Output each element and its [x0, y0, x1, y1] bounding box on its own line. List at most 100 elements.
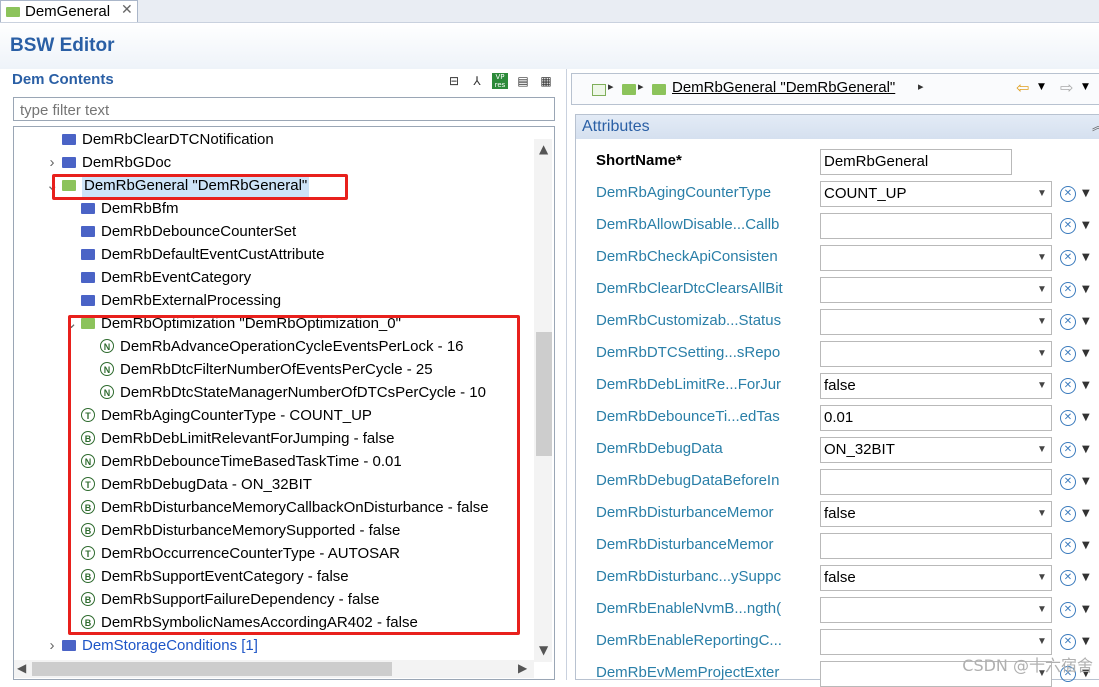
reset-icon[interactable]: ✕ — [1060, 602, 1076, 618]
options-dropdown-icon[interactable]: ▼ — [1082, 604, 1090, 615]
expand-right-icon[interactable]: › — [46, 635, 58, 657]
forward-dropdown-icon[interactable]: ▼ — [1082, 82, 1089, 92]
scroll-right-icon[interactable]: ▶ — [518, 661, 527, 675]
chevron-down-icon[interactable]: ▼ — [1033, 566, 1051, 590]
chevron-down-icon[interactable]: ▼ — [1033, 246, 1051, 270]
reset-icon[interactable]: ✕ — [1060, 538, 1076, 554]
attributes-header[interactable]: Attributes ︽ — [576, 115, 1099, 139]
attribute-combo[interactable]: ▼ — [820, 245, 1052, 271]
tree-item[interactable]: › DemRbGDoc — [14, 152, 544, 174]
attribute-combo[interactable]: ▼ — [820, 597, 1052, 623]
attribute-combo[interactable]: false ▼ — [820, 501, 1052, 527]
forward-icon[interactable]: ⇨ — [1060, 78, 1073, 97]
reset-icon[interactable]: ✕ — [1060, 314, 1076, 330]
tree-item[interactable]: DemRbDefaultEventCustAttribute — [14, 244, 544, 266]
chevron-down-icon[interactable]: ▼ — [1033, 438, 1051, 462]
options-dropdown-icon[interactable]: ▼ — [1082, 412, 1090, 423]
attribute-field[interactable]: 0.01 — [820, 405, 1052, 431]
attribute-combo[interactable]: ▼ — [820, 309, 1052, 335]
attribute-combo[interactable]: false ▼ — [820, 373, 1052, 399]
attribute-label: DemRbEvMemProjectExter — [596, 664, 780, 681]
reset-icon[interactable]: ✕ — [1060, 186, 1076, 202]
tree-item[interactable]: DemRbDebounceCounterSet — [14, 221, 544, 243]
options-dropdown-icon[interactable]: ▼ — [1082, 348, 1090, 359]
scroll-left-icon[interactable]: ◀ — [17, 661, 26, 675]
filter-input[interactable] — [18, 99, 542, 121]
reset-icon[interactable]: ✕ — [1060, 346, 1076, 362]
expand-right-icon[interactable]: › — [46, 152, 58, 174]
tab-demgeneral[interactable]: DemGeneral ✕ — [0, 0, 138, 22]
tree-item[interactable]: DemRbExternalProcessing — [14, 290, 544, 312]
attribute-field[interactable] — [820, 533, 1052, 559]
options-dropdown-icon[interactable]: ▼ — [1082, 316, 1090, 327]
tree-item[interactable]: DemRbBfm — [14, 198, 544, 220]
tree-item[interactable]: DemRbEventCategory — [14, 267, 544, 289]
chevron-down-icon[interactable]: ▼ — [1033, 630, 1051, 654]
chevron-down-icon[interactable]: ▼ — [1033, 342, 1051, 366]
options-dropdown-icon[interactable]: ▼ — [1082, 380, 1090, 391]
attribute-field[interactable] — [820, 469, 1052, 495]
breadcrumb-arrow-icon[interactable]: ▸ — [638, 80, 644, 93]
reset-icon[interactable]: ✕ — [1060, 442, 1076, 458]
scroll-down-icon[interactable]: ▼ — [539, 643, 548, 657]
shortname-field[interactable]: DemRbGeneral — [820, 149, 1012, 175]
chevron-down-icon[interactable]: ▼ — [1033, 374, 1051, 398]
folder-icon — [81, 295, 95, 306]
options-dropdown-icon[interactable]: ▼ — [1082, 540, 1090, 551]
tree-horizontal-scroll-thumb[interactable] — [32, 662, 392, 676]
options-dropdown-icon[interactable]: ▼ — [1082, 188, 1090, 199]
options-dropdown-icon[interactable]: ▼ — [1082, 284, 1090, 295]
attribute-label: DemRbAgingCounterType — [596, 184, 772, 201]
module-icon — [592, 84, 606, 96]
reset-icon[interactable]: ✕ — [1060, 410, 1076, 426]
back-icon[interactable]: ⇦ — [1016, 78, 1029, 97]
options-dropdown-icon[interactable]: ▼ — [1082, 572, 1090, 583]
folder-icon — [81, 272, 95, 283]
options-dropdown-icon[interactable]: ▼ — [1082, 252, 1090, 263]
tree-item[interactable]: DemRbClearDTCNotification — [14, 129, 544, 151]
scroll-up-icon[interactable]: ▲ — [539, 142, 548, 156]
options-dropdown-icon[interactable]: ▼ — [1082, 636, 1090, 647]
breadcrumb-arrow-icon[interactable]: ▸ — [918, 80, 924, 93]
vp-res-icon[interactable]: VP res — [492, 73, 508, 89]
attribute-combo[interactable]: ON_32BIT ▼ — [820, 437, 1052, 463]
tree-vertical-scroll-thumb[interactable] — [536, 332, 552, 456]
options-dropdown-icon[interactable]: ▼ — [1082, 220, 1090, 231]
breadcrumb-arrow-icon[interactable]: ▸ — [608, 80, 614, 93]
reset-icon[interactable]: ✕ — [1060, 506, 1076, 522]
attribute-combo[interactable]: ▼ — [820, 277, 1052, 303]
options-dropdown-icon[interactable]: ▼ — [1082, 508, 1090, 519]
chevron-down-icon[interactable]: ▼ — [1033, 502, 1051, 526]
attribute-combo[interactable]: COUNT_UP ▼ — [820, 181, 1052, 207]
reset-icon[interactable]: ✕ — [1060, 570, 1076, 586]
reset-icon[interactable]: ✕ — [1060, 282, 1076, 298]
attribute-field[interactable] — [820, 213, 1052, 239]
attribute-combo[interactable]: ▼ — [820, 341, 1052, 367]
attribute-combo[interactable]: false ▼ — [820, 565, 1052, 591]
chevron-down-icon[interactable]: ▼ — [1033, 310, 1051, 334]
filter-box[interactable] — [13, 97, 555, 121]
chevron-down-icon[interactable]: ▼ — [1033, 182, 1051, 206]
attribute-label: DemRbCustomizab...Status — [596, 312, 782, 329]
reset-icon[interactable]: ✕ — [1060, 250, 1076, 266]
breadcrumb-current[interactable]: DemRbGeneral "DemRbGeneral" — [672, 79, 895, 96]
document-icon[interactable]: ▤ — [515, 73, 531, 89]
chevron-down-icon[interactable]: ▼ — [1033, 278, 1051, 302]
chevron-down-icon[interactable]: ▼ — [1033, 598, 1051, 622]
back-dropdown-icon[interactable]: ▼ — [1038, 82, 1045, 92]
options-dropdown-icon[interactable]: ▼ — [1082, 476, 1090, 487]
close-icon[interactable]: ✕ — [121, 2, 133, 18]
collapse-section-icon[interactable]: ︽ — [1092, 117, 1099, 134]
link-icon[interactable]: ⅄ — [469, 73, 485, 89]
attribute-label: DemRbDebugDataBeforeIn — [596, 472, 780, 489]
layout-icon[interactable]: ▦ — [538, 73, 554, 89]
attribute-label: DemRbCheckApiConsisten — [596, 248, 778, 265]
collapse-all-icon[interactable]: ⊟ — [446, 73, 462, 89]
reset-icon[interactable]: ✕ — [1060, 474, 1076, 490]
reset-icon[interactable]: ✕ — [1060, 634, 1076, 650]
reset-icon[interactable]: ✕ — [1060, 218, 1076, 234]
reset-icon[interactable]: ✕ — [1060, 378, 1076, 394]
attribute-label: DemRbDebLimitRe...ForJur — [596, 376, 782, 393]
options-dropdown-icon[interactable]: ▼ — [1082, 444, 1090, 455]
tree-item[interactable]: › DemStorageConditions [1] — [14, 635, 544, 657]
